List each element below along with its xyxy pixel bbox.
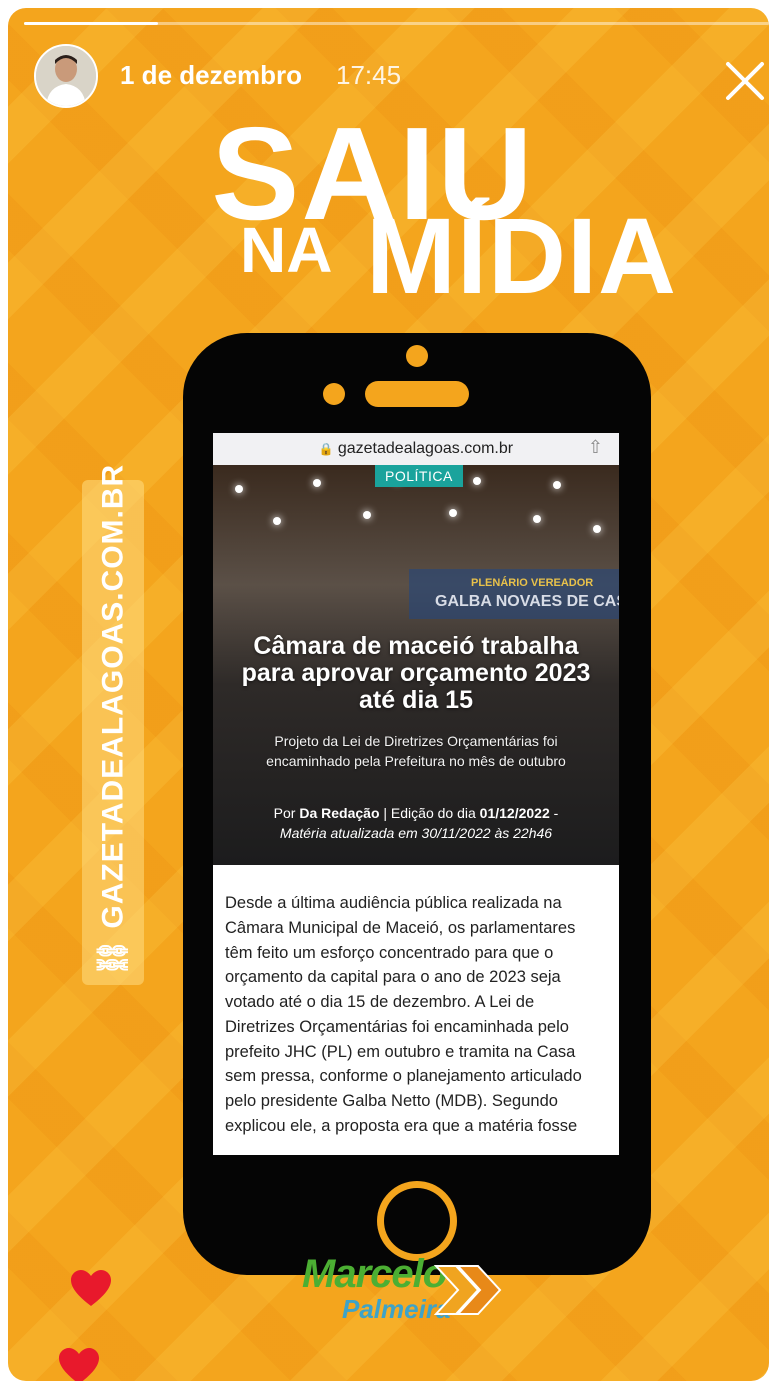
story-progress-bar <box>24 22 769 25</box>
article-author: Da Redação <box>299 805 380 821</box>
phone-camera <box>406 345 428 367</box>
plenario-sign-line2: GALBA NOVAES DE CAST <box>435 593 619 610</box>
brand-name: Marcelo <box>302 1252 447 1296</box>
story-date: 1 de dezembro <box>120 60 303 90</box>
phone-frame: 🔒 gazetadealagoas.com.br ⇧ PLENÁRIO VEREA… <box>183 333 651 1275</box>
lock-icon: 🔒 <box>318 442 334 456</box>
avatar[interactable] <box>34 44 98 108</box>
website-link-sticker[interactable]: ⛓ GAZETADEALAGOAS.COM.BR <box>82 464 144 985</box>
close-button[interactable] <box>722 58 768 104</box>
article-subtitle: Projeto da Lei de Diretrizes Orçamentári… <box>266 733 566 770</box>
browser-url-bar[interactable]: 🔒 gazetadealagoas.com.br ⇧ <box>213 433 619 466</box>
article-byline: Por Da Redação | Edição do dia 01/12/202… <box>273 805 559 842</box>
edition-date: 01/12/2022 <box>479 805 550 821</box>
updated-note: Matéria atualizada em 30/11/2022 às 22h4… <box>279 825 553 842</box>
brand-logo: Marcelo Palmeira <box>302 1248 522 1338</box>
plenario-sign-line1: PLENÁRIO VEREADOR <box>471 577 594 589</box>
close-icon <box>726 62 764 100</box>
phone-screen: 🔒 gazetadealagoas.com.br ⇧ PLENÁRIO VEREA… <box>213 433 619 1155</box>
heart-icon <box>59 1348 99 1381</box>
website-link-label: ⛓ GAZETADEALAGOAS.COM.BR <box>96 464 131 977</box>
article-title: Câmara de maceió trabalha para aprovar o… <box>241 632 591 714</box>
share-icon[interactable]: ⇧ <box>588 437 603 458</box>
chevron-right-icon <box>434 1265 502 1315</box>
story-time: 17:45 <box>336 60 402 90</box>
phone-speaker <box>365 381 469 407</box>
story-progress-fill <box>24 22 159 25</box>
link-icon: ⛓ <box>96 937 130 977</box>
story-card[interactable]: 1 de dezembro 17:45 SAIU NA MÍDIA ⛓ GAZE… <box>8 8 769 1381</box>
heart-icon <box>71 1270 111 1306</box>
category-badge[interactable]: POLÍTICA <box>375 465 463 487</box>
phone-sensor <box>323 383 345 405</box>
avatar-photo <box>36 46 96 106</box>
article-hero: PLENÁRIO VEREADOR GALBA NOVAES DE CAST P… <box>213 465 619 865</box>
article-body: Desde a última audiência pública realiza… <box>225 894 582 1135</box>
url-text: gazetadealagoas.com.br <box>337 440 514 457</box>
website-link-text: GAZETADEALAGOAS.COM.BR <box>96 463 130 929</box>
headline-midia: MÍDIA <box>366 195 677 316</box>
headline-na: NA <box>240 214 333 286</box>
